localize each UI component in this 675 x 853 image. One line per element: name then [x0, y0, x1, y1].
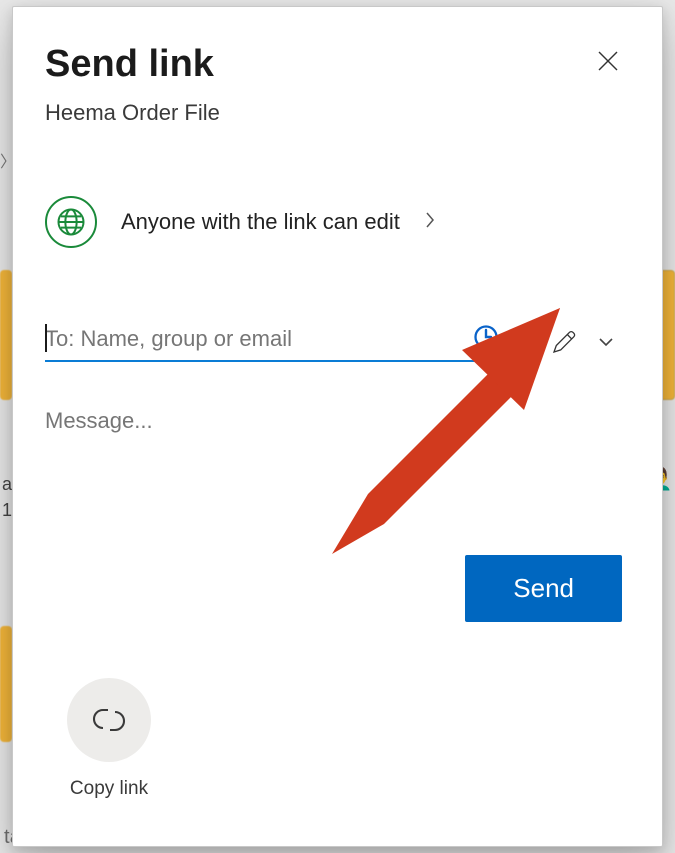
link-scope-text: Anyone with the link can edit [121, 209, 400, 235]
chevron-down-icon [596, 332, 616, 352]
send-button[interactable]: Send [465, 555, 622, 622]
send-link-dialog: Send link Heema Order File Anyone with t… [12, 6, 663, 847]
background-number: 1 [2, 500, 12, 521]
dialog-title: Send link [45, 43, 624, 86]
pencil-icon [549, 327, 579, 357]
copy-link-button[interactable]: Copy link [67, 678, 151, 800]
outlook-lock-icon [473, 324, 501, 352]
copy-link-label: Copy link [67, 778, 151, 800]
permission-dropdown-button[interactable] [593, 329, 619, 355]
edit-permission-button[interactable] [547, 325, 581, 359]
link-scope-button[interactable]: Anyone with the link can edit [45, 196, 624, 248]
message-input[interactable] [45, 408, 624, 498]
globe-icon [45, 196, 97, 248]
dialog-subtitle: Heema Order File [45, 100, 624, 126]
background-folder-tile [0, 626, 12, 742]
background-folder-tile [0, 270, 12, 400]
close-icon [596, 49, 620, 73]
chevron-right-icon [424, 211, 436, 234]
close-button[interactable] [590, 43, 626, 79]
recipients-input[interactable] [45, 322, 507, 362]
copy-link-icon [67, 678, 151, 762]
background-label: a [2, 474, 12, 495]
text-cursor [45, 324, 47, 352]
